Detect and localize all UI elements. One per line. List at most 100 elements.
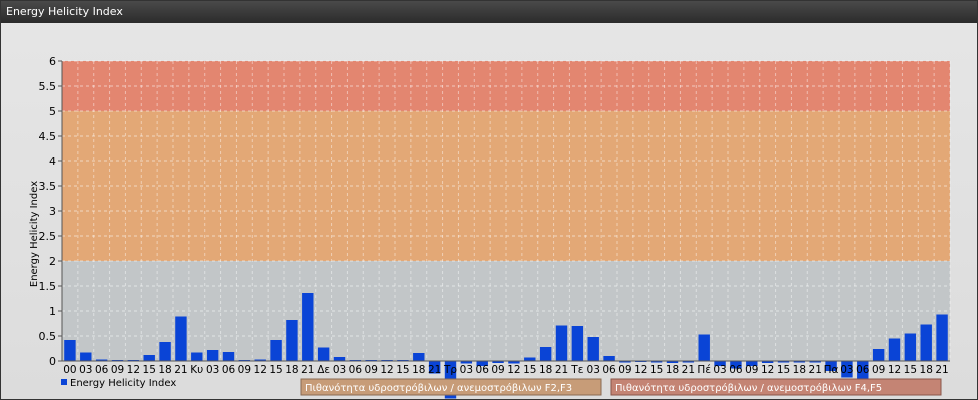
y-tick-label: 0 bbox=[49, 355, 56, 368]
x-tick-label: 15 bbox=[777, 364, 790, 376]
x-tick-label: Τρ bbox=[443, 364, 457, 376]
x-tick-label: 18 bbox=[158, 364, 171, 376]
bar bbox=[64, 340, 76, 361]
bar bbox=[920, 324, 932, 361]
x-tick-label: 21 bbox=[809, 364, 822, 376]
title-bar: Energy Helicity Index bbox=[1, 1, 977, 23]
y-tick-label: 2 bbox=[49, 255, 56, 268]
x-tick-label: 09 bbox=[872, 364, 885, 376]
x-tick-label: 06 bbox=[349, 364, 363, 376]
y-tick-label: 2.5 bbox=[39, 230, 57, 243]
x-tick-label: 06 bbox=[602, 364, 616, 376]
x-tick-label: 12 bbox=[380, 364, 393, 376]
y-tick-label: 6 bbox=[49, 55, 56, 68]
x-tick-label: Πέ bbox=[697, 364, 711, 376]
x-tick-label: 03 bbox=[840, 364, 853, 376]
x-tick-label: 12 bbox=[507, 364, 520, 376]
ehi-chart: 00.511.522.533.544.555.5600 03 06 09 12 15 18 2… bbox=[29, 55, 951, 399]
x-tick-label: 06 bbox=[476, 364, 490, 376]
x-tick-label: 21 bbox=[301, 364, 314, 376]
bar bbox=[571, 326, 584, 361]
x-tick-label: 06 bbox=[95, 364, 109, 376]
bar bbox=[286, 320, 298, 361]
bar bbox=[539, 347, 552, 361]
x-tick-label: 12 bbox=[634, 364, 647, 376]
x-tick-label: 03 bbox=[460, 364, 473, 376]
x-tick-label: Κυ bbox=[190, 364, 203, 376]
x-tick-label: 21 bbox=[174, 364, 187, 376]
bar bbox=[888, 338, 901, 361]
x-tick-label: 12 bbox=[127, 364, 140, 376]
bar bbox=[555, 325, 568, 361]
x-tick-label: 15 bbox=[650, 364, 663, 376]
x-tick-label: 15 bbox=[396, 364, 409, 376]
x-tick-label: 18 bbox=[412, 364, 425, 376]
bar bbox=[936, 314, 948, 361]
x-tick-label: 09 bbox=[365, 364, 378, 376]
bar bbox=[524, 357, 536, 361]
bar bbox=[143, 355, 155, 361]
bar bbox=[80, 352, 92, 361]
window-title: Energy Helicity Index bbox=[6, 5, 123, 18]
x-tick-label: 09 bbox=[111, 364, 124, 376]
x-tick-label: 09 bbox=[745, 364, 758, 376]
x-tick-label: 06 bbox=[856, 364, 870, 376]
bar bbox=[191, 352, 203, 361]
bar bbox=[222, 352, 235, 361]
x-tick-label: 03 bbox=[713, 364, 726, 376]
x-tick-label: 21 bbox=[428, 364, 441, 376]
x-tick-label: 21 bbox=[555, 364, 568, 376]
y-tick-label: 0.5 bbox=[39, 330, 57, 343]
y-axis-label: Energy Helicity Index bbox=[29, 181, 40, 287]
bar bbox=[206, 350, 219, 361]
bar bbox=[587, 337, 599, 361]
probability-legend: Πιθανότητα υδροστρόβιλων / ανεμοστρόβιλω… bbox=[300, 378, 942, 396]
prob-legend-f4f5-label: Πιθανότητα υδροστρόβιλων / ανεμοστρόβιλω… bbox=[615, 382, 882, 394]
bar bbox=[333, 357, 346, 361]
x-tick-label: 12 bbox=[254, 364, 267, 376]
bar bbox=[872, 349, 885, 361]
x-tick-label: 15 bbox=[523, 364, 536, 376]
x-tick-label: Δε bbox=[317, 364, 330, 376]
x-tick-label: 09 bbox=[238, 364, 251, 376]
x-tick-label: 18 bbox=[539, 364, 552, 376]
bar bbox=[698, 334, 710, 361]
x-tick-label: 18 bbox=[285, 364, 298, 376]
bar bbox=[317, 347, 330, 361]
bar bbox=[603, 356, 615, 361]
legend-label: Energy Helicity Index bbox=[70, 378, 176, 389]
x-tick-label: 15 bbox=[143, 364, 156, 376]
bar bbox=[904, 333, 917, 361]
bar bbox=[270, 340, 282, 361]
x-tick-label: 00 bbox=[63, 364, 76, 376]
x-tick-label: 18 bbox=[666, 364, 679, 376]
x-tick-label: 06 bbox=[222, 364, 236, 376]
y-tick-label: 4 bbox=[49, 155, 56, 168]
prob-legend-f2f3-label: Πιθανότητα υδροστρόβιλων / ανεμοστρόβιλω… bbox=[305, 382, 572, 394]
x-tick-label: 21 bbox=[935, 364, 948, 376]
legend: Energy Helicity Index bbox=[61, 378, 176, 389]
bar bbox=[175, 316, 187, 361]
x-tick-label: Τε bbox=[570, 364, 583, 376]
bar bbox=[413, 353, 425, 361]
x-tick-label: 18 bbox=[920, 364, 933, 376]
y-tick-label: 3.5 bbox=[39, 180, 57, 193]
legend-swatch bbox=[61, 379, 67, 385]
y-tick-label: 5.5 bbox=[39, 80, 57, 93]
y-tick-label: 1.5 bbox=[39, 280, 57, 293]
x-tick-label: 12 bbox=[888, 364, 901, 376]
y-tick-label: 1 bbox=[49, 305, 56, 318]
x-tick-label: 12 bbox=[761, 364, 774, 376]
x-tick-label: 21 bbox=[682, 364, 695, 376]
bar bbox=[159, 342, 171, 361]
x-tick-label: 09 bbox=[491, 364, 504, 376]
x-tick-label: 03 bbox=[206, 364, 219, 376]
y-tick-label: 4.5 bbox=[39, 130, 57, 143]
chart-window: Energy Helicity Index 0 0.5 1 1.5 2 2.5 3 3.5 4 4… bbox=[0, 0, 978, 400]
x-tick-label: 03 bbox=[587, 364, 600, 376]
bar bbox=[302, 293, 314, 361]
x-tick-label: 09 bbox=[618, 364, 631, 376]
x-tick-label: 18 bbox=[793, 364, 806, 376]
x-tick-label: 15 bbox=[904, 364, 917, 376]
x-tick-label: Πα bbox=[824, 364, 839, 376]
